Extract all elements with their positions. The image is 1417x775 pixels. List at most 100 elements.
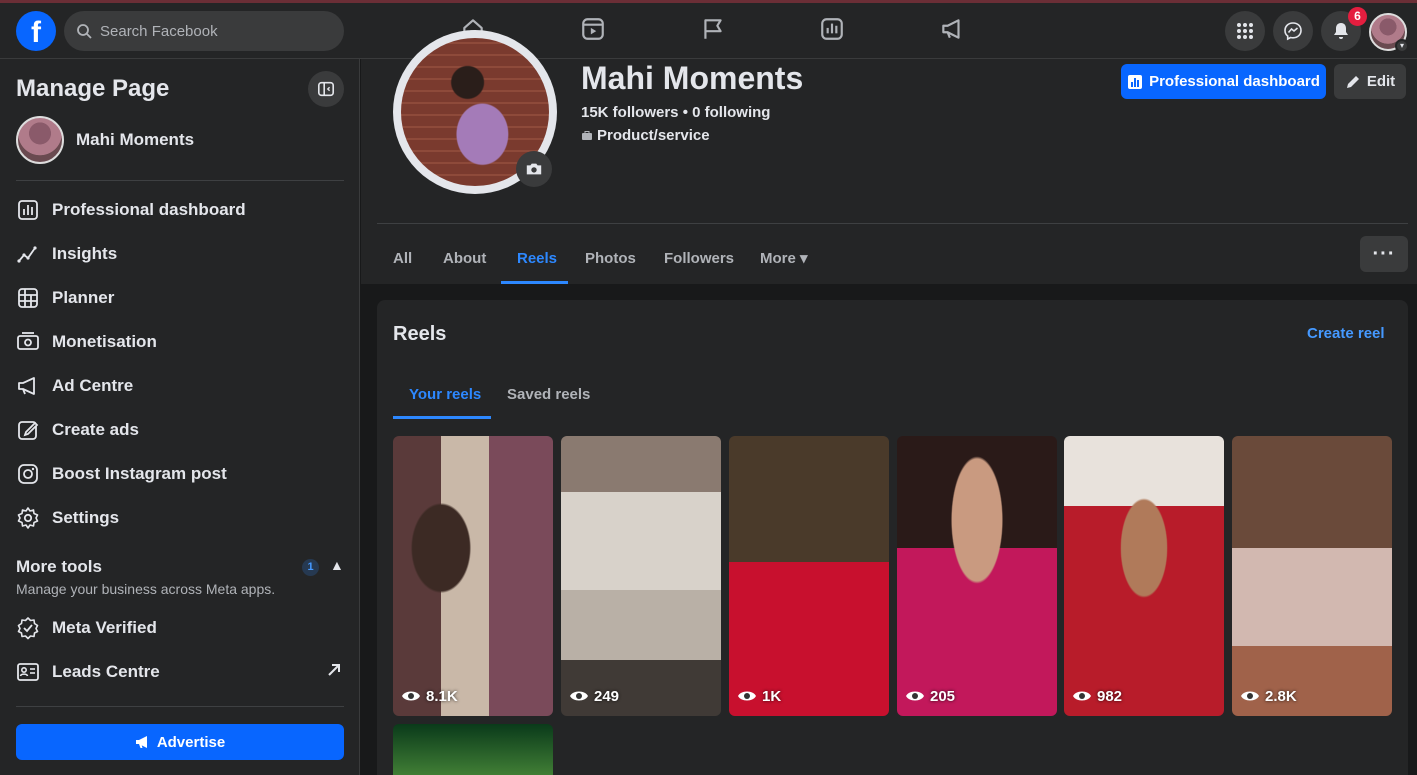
sidebar-item-label: Boost Instagram post bbox=[52, 464, 227, 483]
reel-thumbnail[interactable]: 205 bbox=[897, 436, 1057, 716]
reel-views: 249 bbox=[569, 686, 619, 706]
briefcase-icon bbox=[582, 130, 592, 140]
more-options-button[interactable]: ··· bbox=[1360, 236, 1408, 272]
reel-thumbnail[interactable]: 2.8K bbox=[1232, 436, 1392, 716]
advertise-button[interactable]: Advertise bbox=[16, 724, 344, 760]
sidebar-item-label: Settings bbox=[52, 508, 120, 527]
sidebar-item-professional-dashboard[interactable]: Professional dashboard bbox=[16, 190, 344, 230]
subtab-your-reels[interactable]: Your reels bbox=[409, 370, 481, 418]
eye-icon bbox=[570, 691, 588, 701]
subtab-saved-reels[interactable]: Saved reels bbox=[507, 370, 590, 418]
edit-icon bbox=[18, 421, 39, 440]
reel-thumbnail[interactable]: 1K bbox=[729, 436, 889, 716]
search-icon bbox=[77, 24, 92, 39]
sidebar-item-boost-instagram[interactable]: Boost Instagram post bbox=[16, 454, 344, 494]
pencil-icon bbox=[1346, 75, 1359, 88]
eye-icon bbox=[402, 691, 420, 701]
tab-all[interactable]: All bbox=[393, 232, 412, 284]
camera-icon bbox=[526, 163, 542, 175]
sidebar-item-insights[interactable]: Insights bbox=[16, 234, 344, 274]
planner-icon bbox=[18, 288, 38, 308]
more-tools-badge: 1 bbox=[302, 559, 319, 576]
megaphone-icon[interactable] bbox=[938, 15, 966, 43]
sidebar-item-planner[interactable]: Planner bbox=[16, 278, 344, 318]
notifications-button[interactable]: 6 bbox=[1321, 7, 1367, 51]
search-input[interactable] bbox=[100, 22, 320, 40]
edit-label: Edit bbox=[1366, 73, 1396, 90]
more-tools-section[interactable]: More tools Manage your business across M… bbox=[16, 557, 344, 597]
edit-page-button[interactable]: Edit bbox=[1334, 64, 1406, 99]
sidebar-divider bbox=[16, 706, 344, 707]
gear-icon bbox=[17, 507, 39, 529]
sidebar-page-name: Mahi Moments bbox=[76, 130, 195, 149]
reel-thumbnail[interactable]: 8.1K bbox=[393, 436, 553, 716]
account-avatar[interactable]: ▾ bbox=[1369, 13, 1409, 53]
external-link-icon[interactable] bbox=[326, 662, 342, 678]
sidebar-item-create-ads[interactable]: Create ads bbox=[16, 410, 344, 450]
dashboard-icon bbox=[1128, 74, 1143, 89]
sidebar-item-label: Insights bbox=[52, 244, 118, 263]
reel-view-count: 8.1K bbox=[426, 687, 458, 705]
reel-thumbnail[interactable] bbox=[393, 724, 553, 775]
update-photo-button[interactable] bbox=[516, 151, 552, 187]
page-category: Product/service bbox=[581, 127, 710, 144]
sidebar-item-label: Meta Verified bbox=[52, 618, 157, 637]
search-box[interactable] bbox=[64, 11, 344, 51]
video-icon[interactable] bbox=[579, 15, 607, 43]
ellipsis-icon: ··· bbox=[1372, 242, 1396, 265]
active-tab-indicator bbox=[501, 281, 568, 284]
follower-stats[interactable]: 15K followers • 0 following bbox=[581, 104, 770, 121]
professional-dashboard-button[interactable]: Professional dashboard bbox=[1121, 64, 1326, 99]
reel-thumbnail[interactable]: 982 bbox=[1064, 436, 1224, 716]
tab-more[interactable]: More ▾ bbox=[760, 232, 808, 284]
sidebar-title: Manage Page bbox=[16, 75, 170, 102]
reel-views: 8.1K bbox=[401, 686, 458, 706]
reels-title: Reels bbox=[393, 323, 447, 345]
collapse-sidebar-button[interactable] bbox=[308, 71, 344, 107]
advertise-label: Advertise bbox=[156, 733, 226, 751]
reel-view-count: 205 bbox=[930, 687, 956, 705]
professional-dashboard-label: Professional dashboard bbox=[1149, 73, 1320, 90]
sidebar-item-meta-verified[interactable]: Meta Verified bbox=[16, 608, 344, 648]
notification-badge: 6 bbox=[1348, 7, 1367, 26]
reel-view-count: 982 bbox=[1097, 687, 1123, 705]
flag-icon[interactable] bbox=[699, 15, 727, 43]
chevron-up-icon[interactable]: ▲ bbox=[330, 557, 344, 573]
analytics-icon[interactable] bbox=[818, 15, 846, 43]
header-divider bbox=[377, 223, 1408, 224]
insights-icon bbox=[17, 246, 37, 263]
reel-views: 1K bbox=[737, 686, 781, 706]
leads-icon bbox=[17, 663, 39, 681]
active-subtab-indicator bbox=[393, 416, 491, 419]
reel-views: 205 bbox=[905, 686, 955, 706]
eye-icon bbox=[738, 691, 756, 701]
page-avatar bbox=[16, 116, 64, 164]
tab-followers[interactable]: Followers bbox=[664, 232, 734, 284]
eye-icon bbox=[1241, 691, 1259, 701]
sidebar-item-label: Planner bbox=[52, 288, 115, 307]
more-tools-subtitle: Manage your business across Meta apps. bbox=[16, 581, 276, 597]
messenger-button[interactable] bbox=[1273, 11, 1313, 51]
instagram-icon bbox=[18, 464, 38, 484]
grid-icon bbox=[1237, 23, 1253, 39]
sidebar-item-label: Professional dashboard bbox=[52, 200, 246, 219]
reel-thumbnail[interactable]: 249 bbox=[561, 436, 721, 716]
sidebar-toggle-icon bbox=[317, 81, 335, 97]
eye-icon bbox=[906, 691, 924, 701]
sidebar-item-label: Monetisation bbox=[52, 332, 157, 351]
sidebar-item-monetisation[interactable]: Monetisation bbox=[16, 322, 344, 362]
sidebar-page-switcher[interactable]: Mahi Moments bbox=[16, 116, 194, 164]
sidebar-item-leads-centre[interactable]: Leads Centre bbox=[16, 652, 344, 692]
facebook-logo[interactable]: f bbox=[16, 11, 56, 51]
sidebar-item-ad-centre[interactable]: Ad Centre bbox=[16, 366, 344, 406]
tab-photos[interactable]: Photos bbox=[585, 232, 636, 284]
megaphone-icon bbox=[18, 377, 35, 395]
create-reel-link[interactable]: Create reel bbox=[1307, 325, 1385, 342]
menu-grid-button[interactable] bbox=[1225, 11, 1265, 51]
tab-reels[interactable]: Reels bbox=[517, 232, 557, 284]
megaphone-icon bbox=[135, 736, 147, 748]
tab-about[interactable]: About bbox=[443, 232, 486, 284]
verified-icon bbox=[17, 617, 39, 640]
sidebar-item-settings[interactable]: Settings bbox=[16, 498, 344, 538]
reel-views: 2.8K bbox=[1240, 686, 1297, 706]
